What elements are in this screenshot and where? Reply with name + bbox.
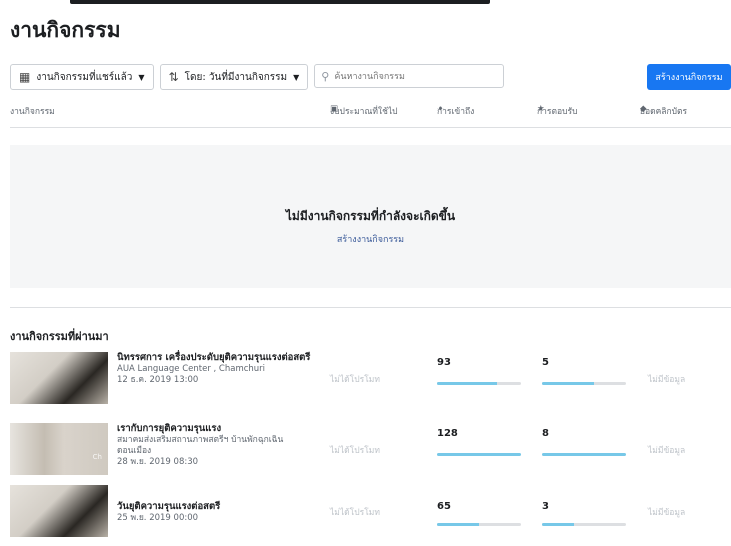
past-events-title: งานกิจกรรมที่ผ่านมา <box>10 330 109 343</box>
toolbar: ▦ งานกิจกรรมที่แชร์แล้ว ▼ ⇅ โดย: วันที่ม… <box>10 64 505 90</box>
column-headers: งานกิจกรรม งบประมาณที่ใช้ไป ▣ ꔹ การเข้าถ… <box>10 104 688 117</box>
search-input[interactable] <box>334 71 495 81</box>
reach-value: 93 <box>437 357 451 368</box>
responses-bar <box>542 382 626 385</box>
sort-dropdown[interactable]: ⇅ โดย: วันที่มีงานกิจกรรม ▼ <box>159 64 309 90</box>
reach-bar <box>437 453 521 456</box>
sort-label: โดย: วันที่มีงานกิจกรรม <box>184 71 288 83</box>
cropped-header-strip <box>0 0 731 8</box>
responses-value: 8 <box>542 428 549 439</box>
event-location: สมาคมส่งเสริมสถานภาพสตรีฯ บ้านพักฉุกเฉิน… <box>117 435 284 456</box>
responses-value: 5 <box>542 357 549 368</box>
ticket-clicks-value: ไม่มีข้อมูล <box>648 446 686 456</box>
sort-arrows-icon: ⇅ <box>168 70 179 84</box>
search-icon: ⚲ <box>321 69 330 83</box>
create-event-button[interactable]: สร้างงานกิจกรรม <box>647 64 731 90</box>
divider <box>10 307 731 308</box>
event-budget: ไม่ได้โปรโมท <box>330 375 380 385</box>
ticket-clicks-value: ไม่มีข้อมูล <box>648 375 686 385</box>
reach-bar <box>437 523 521 526</box>
page-title: งานกิจกรรม <box>10 18 121 42</box>
event-thumbnail[interactable] <box>10 352 108 404</box>
event-date: 28 พ.ย. 2019 08:30 <box>117 457 199 467</box>
filter-label: งานกิจกรรมที่แชร์แล้ว <box>36 71 133 83</box>
table-row[interactable]: นิทรรศการ เครื่องประดับยุติความรุนแรงต่อ… <box>10 352 731 408</box>
event-name[interactable]: เรากับการยุติความรุนแรง <box>117 423 317 435</box>
event-budget: ไม่ได้โปรโมท <box>330 508 380 518</box>
event-name[interactable]: นิทรรศการ เครื่องประดับยุติความรุนแรงต่อ… <box>117 352 317 364</box>
reach-value: 128 <box>437 428 458 439</box>
reach-bar <box>437 382 521 385</box>
event-budget: ไม่ได้โปรโมท <box>330 446 380 456</box>
responses-bar <box>542 453 626 456</box>
empty-state: ไม่มีงานกิจกรรมที่กำลังจะเกิดขึ้น สร้างง… <box>10 145 731 288</box>
header-event: งานกิจกรรม <box>10 107 55 117</box>
table-row[interactable]: วันยุติความรุนแรงต่อสตรี 25 พ.ย. 2019 00… <box>10 485 731 541</box>
caret-down-icon: ▼ <box>293 72 300 82</box>
reach-value: 65 <box>437 501 451 512</box>
event-date: 25 พ.ย. 2019 00:00 <box>117 513 199 523</box>
event-name[interactable]: วันยุติความรุนแรงต่อสตรี <box>117 501 317 513</box>
event-date: 12 ธ.ค. 2019 13:00 <box>117 375 199 385</box>
responses-value: 3 <box>542 501 549 512</box>
table-row[interactable]: Ch เรากับการยุติความรุนแรง สมาคมส่งเสริม… <box>10 423 731 479</box>
ticket-clicks-value: ไม่มีข้อมูล <box>648 508 686 518</box>
empty-create-link[interactable]: สร้างงานกิจกรรม <box>10 232 731 246</box>
divider <box>10 127 731 128</box>
event-thumbnail[interactable]: Ch <box>10 423 108 475</box>
lock-icon: ▣ <box>330 104 339 114</box>
search-box[interactable]: ⚲ <box>314 64 505 88</box>
filter-dropdown[interactable]: ▦ งานกิจกรรมที่แชร์แล้ว ▼ <box>10 64 154 90</box>
caret-down-icon: ▼ <box>138 72 145 82</box>
watermark: Ch <box>92 453 102 461</box>
responses-bar <box>542 523 626 526</box>
empty-message: ไม่มีงานกิจกรรมที่กำลังจะเกิดขึ้น <box>285 209 456 223</box>
event-thumbnail[interactable] <box>10 485 108 537</box>
event-location: AUA Language Center , Chamchuri <box>117 364 266 374</box>
calendar-grid-icon: ▦ <box>19 70 31 84</box>
chevron-down-icon: ⌄ <box>640 104 648 114</box>
